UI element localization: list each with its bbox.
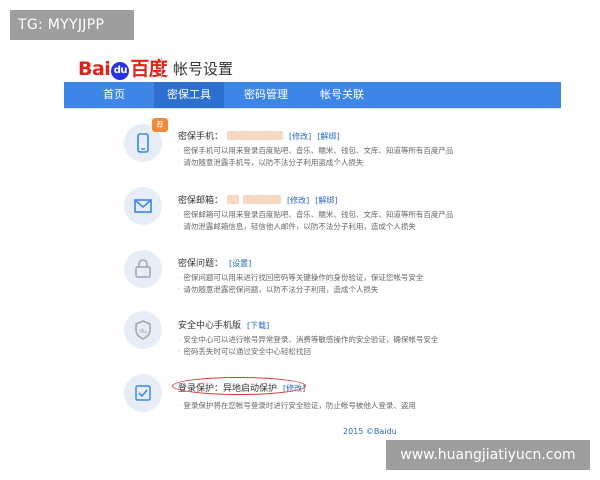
row-title-phone: 密保手机： [修改] [解绑] [178,131,340,142]
row-title-app: 安全中心手机版 [下载] [178,321,270,331]
paw-icon: du [111,62,130,80]
check-doc-icon [124,374,162,412]
header-divider [161,58,162,78]
tab-home[interactable]: 首页 [92,82,136,108]
download-app-link[interactable]: [下载] [247,321,269,330]
recommend-badge: 荐 [152,118,168,132]
phone-icon: 荐 [124,118,168,162]
row-desc: 安全中心可以进行帐号异常登录、消费等敏感操作的安全验证，确保帐号安全 [178,334,438,345]
row-desc: 请勿泄露邮箱信息，轻信他人邮件，以防不法分子利用，造成个人损失 [178,221,416,232]
modify-phone-link[interactable]: [修改] [289,132,311,141]
unbind-phone-link[interactable]: [解绑] [317,132,339,141]
shield-icon: du [124,311,162,349]
row-title-question: 密保问题： [设置] [178,259,252,269]
row-desc: 请勿随意泄露手机号，以防不法分子利用盗成个人损失 [178,157,363,168]
modify-email-link[interactable]: [修改] [287,196,309,205]
unbind-email-link[interactable]: [解绑] [315,196,337,205]
row-desc: 登录保护将在您帐号登录时进行安全验证，防止帐号被他人登录、盗用 [178,400,416,411]
tab-password-management[interactable]: 密码管理 [238,82,294,108]
tab-security-tools[interactable]: 密保工具 [154,82,224,108]
envelope-icon [124,187,162,225]
red-circle-annotation [172,377,306,395]
row-title-email: 密保邮箱： [修改] [解绑] [178,195,338,206]
nav-shadow [64,108,561,109]
row-desc: 请勿随意泄露密保问题，以防不法分子利用，造成个人损失 [178,284,378,295]
svg-text:du: du [139,328,147,335]
lock-question-icon [124,250,162,288]
watermark: www.huangjiatiyucn.com [386,440,590,470]
overlay-tag: TG: MYYJJPP [10,10,134,40]
set-question-link[interactable]: [设置] [229,259,251,268]
row-desc: 密保邮箱可以用来登录百度贴吧、音乐、糯米、钱包、文库、知道等所有百度产品 [178,209,453,220]
masked-email-part [227,195,240,204]
row-desc: 密码丢失时可以通过安全中心轻松找回 [178,346,311,357]
masked-email-part [243,195,282,204]
row-desc: 密保问题可以用来进行找回密码等关键操作的身份验证，保证您帐号安全 [178,272,423,283]
row-desc: 密保手机可以用来登录百度贴吧、音乐、糯米、钱包、文库、知道等所有百度产品 [178,145,453,156]
main-nav: 首页 密保工具 密码管理 帐号关联 [64,82,561,108]
tab-account-link[interactable]: 帐号关联 [314,82,370,108]
header: Bai du 百度 帐号设置 [78,46,548,82]
page-title: 帐号设置 [173,60,234,78]
masked-phone [227,131,284,140]
baidu-logo[interactable]: Bai du 百度 [78,54,168,81]
footer: 2015 ©Baidu [343,427,397,436]
